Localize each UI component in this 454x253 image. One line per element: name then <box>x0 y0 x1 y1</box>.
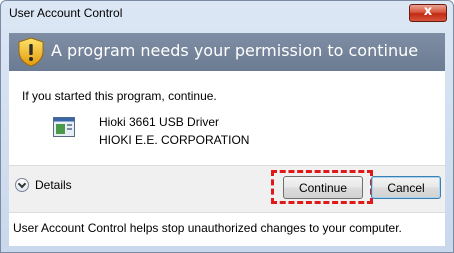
application-window-icon <box>53 117 75 137</box>
dialog-body: If you started this program, continue. H… <box>9 71 445 246</box>
program-name: Hioki 3661 USB Driver <box>99 115 220 129</box>
details-bar: Details Continue Cancel <box>9 165 445 213</box>
uac-dialog: User Account Control x A program needs y… <box>0 0 454 253</box>
cancel-button[interactable]: Cancel <box>371 176 441 199</box>
intro-text: If you started this program, continue. <box>22 89 217 103</box>
permission-header: A program needs your permission to conti… <box>9 33 445 71</box>
publisher-name: HIOKI E.E. CORPORATION <box>99 133 250 147</box>
details-toggle[interactable]: Details <box>15 178 72 192</box>
title-bar: User Account Control x <box>1 1 453 25</box>
close-button[interactable]: x <box>409 4 447 22</box>
chevron-down-icon <box>15 178 29 192</box>
footer-text: User Account Control helps stop unauthor… <box>13 221 402 235</box>
shield-warning-icon <box>18 37 44 67</box>
header-text: A program needs your permission to conti… <box>51 41 419 60</box>
details-label: Details <box>35 178 72 192</box>
window-title: User Account Control <box>9 6 123 20</box>
close-icon: x <box>423 4 433 19</box>
continue-button[interactable]: Continue <box>283 176 363 199</box>
